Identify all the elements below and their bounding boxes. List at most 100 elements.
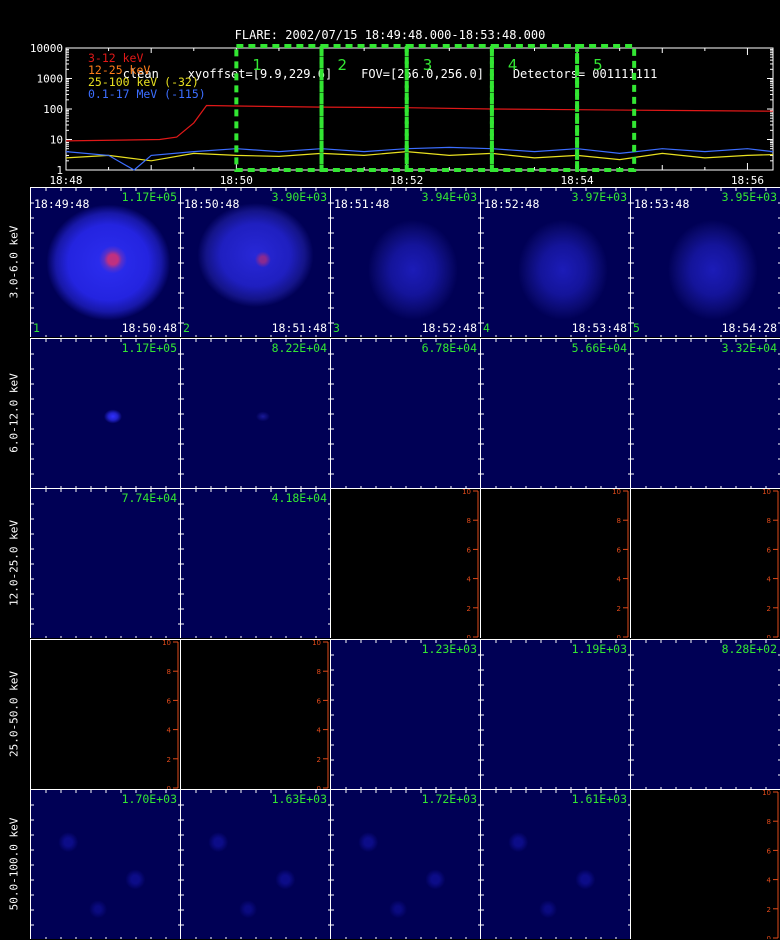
peak-flux-label: 1.19E+03	[571, 641, 627, 656]
image-ticks	[481, 338, 630, 488]
peak-flux-label: 3.95E+03	[721, 190, 777, 204]
empty-axis-label: 6	[617, 547, 622, 555]
peak-flux-label: 7.74E+04	[121, 491, 177, 506]
image-cell: 1.19E+03	[480, 638, 630, 789]
interval-start-time: 18:49:48	[34, 197, 90, 211]
interval-end-time: 18:51:48	[271, 321, 327, 335]
image-cell: 1.63E+03	[180, 789, 330, 940]
empty-axis-label: 8	[467, 517, 471, 525]
series-line-4	[65, 146, 774, 171]
image-ticks: 0 2 4 6 8 10	[762, 790, 779, 939]
empty-axis-label: 0	[617, 634, 621, 638]
peak-flux-label: 1.72E+03	[421, 792, 477, 807]
peak-flux-label: 4.18E+04	[271, 491, 327, 506]
empty-axis-label: 6	[767, 547, 772, 555]
energy-band-label: 3.0-6.0 keV	[0, 187, 28, 337]
empty-axis-label: 10	[762, 790, 771, 797]
image-cell: 6.78E+04	[330, 337, 480, 488]
peak-flux-label: 1.63E+03	[271, 792, 327, 807]
empty-axis-label: 10	[762, 489, 771, 496]
image-cell: 1.17E+05 18:49:48 18:50:48 1	[30, 187, 180, 337]
image-cell: 4.18E+04	[180, 488, 330, 639]
peak-flux-label: 3.90E+03	[271, 190, 327, 204]
image-ticks	[181, 790, 330, 940]
image-cell: 8.22E+04	[180, 337, 330, 488]
empty-axis-label: 4	[617, 576, 622, 584]
image-ticks	[631, 338, 780, 488]
interval-number: 3	[333, 321, 340, 335]
image-cell: 1.61E+03	[480, 789, 630, 940]
empty-axis-label: 2	[317, 756, 321, 764]
interval-number: 1	[33, 321, 40, 335]
interval-label: 4	[508, 56, 518, 74]
image-ticks	[631, 639, 780, 789]
interval-label: 2	[338, 56, 348, 74]
empty-axis-label: 0	[317, 785, 321, 789]
energy-band-text: 3.0-6.0 keV	[7, 225, 21, 299]
empty-axis-label: 8	[767, 517, 771, 525]
image-ticks: 0 2 4 6 8 10	[162, 640, 179, 789]
peak-flux-label: 8.28E+02	[721, 641, 777, 656]
x-tick-label: 18:52	[390, 174, 423, 187]
empty-axis-label: 10	[462, 489, 471, 496]
empty-axis-label: 2	[767, 906, 771, 914]
empty-axis-label: 4	[167, 726, 172, 734]
empty-axis-label: 8	[767, 819, 771, 827]
peak-flux-label: 1.70E+03	[121, 792, 177, 807]
empty-axis-label: 6	[467, 547, 472, 555]
peak-flux-label: 3.32E+04	[721, 340, 777, 355]
x-tick-label: 18:54	[561, 174, 594, 187]
x-tick-label: 18:50	[220, 174, 253, 187]
image-ticks	[331, 790, 480, 940]
peak-flux-label: 1.17E+05	[121, 340, 177, 355]
peak-flux-label: 8.22E+04	[271, 340, 327, 355]
interval-end-time: 18:52:48	[421, 321, 477, 335]
image-cell: 5.66E+04	[480, 337, 630, 488]
series-line-1	[65, 104, 774, 142]
x-tick-label: 18:56	[731, 174, 764, 187]
interval-end-time: 18:53:48	[571, 321, 627, 335]
image-cell: 3.90E+03 18:50:48 18:51:48 2	[180, 187, 330, 337]
image-ticks: 0 2 4 6 8 10	[762, 489, 779, 638]
image-ticks: 0 2 4 6 8 10	[612, 489, 629, 638]
peak-flux-label: 3.94E+03	[421, 190, 477, 204]
empty-axis-label: 10	[612, 489, 621, 496]
peak-flux-label: 3.97E+03	[571, 190, 627, 204]
lightcurve-chart: 10000 1000 100 10 1 18:48 18:50 18:52 18:54 18:56…	[30, 42, 774, 187]
image-cell: 1.72E+03	[330, 789, 480, 940]
empty-axis-label: 4	[467, 576, 472, 584]
image-ticks	[181, 489, 330, 639]
chart-frame	[65, 47, 774, 171]
empty-axis-label: 2	[167, 756, 171, 764]
interval-label: 1	[252, 56, 262, 74]
image-cell: 0 2 4 6 8 10	[330, 488, 480, 639]
image-cell: 8.28E+02	[630, 638, 780, 789]
image-grid: 1.17E+05 18:49:48 18:50:48 1 3.90E+03 18:50:4…	[30, 187, 780, 940]
energy-band-text: 25.0-50.0 keV	[7, 670, 21, 757]
interval-end-time: 18:54:28	[721, 321, 777, 335]
legend-entry: 0.1-17 MeV (-115)	[88, 87, 206, 101]
empty-axis-label: 0	[767, 935, 771, 939]
energy-band-text: 50.0-100.0 keV	[7, 818, 21, 911]
energy-band-label: 25.0-50.0 keV	[0, 639, 28, 789]
interval-start-time: 18:53:48	[634, 197, 690, 211]
empty-axis-label: 2	[617, 605, 621, 613]
image-ticks	[481, 790, 630, 940]
y-tick-label: 1000	[37, 73, 64, 86]
empty-axis-label: 8	[167, 668, 171, 676]
empty-axis-label: 2	[767, 605, 771, 613]
interval-end-time: 18:50:48	[121, 321, 177, 335]
empty-axis-label: 0	[167, 785, 171, 789]
image-ticks	[331, 338, 480, 488]
empty-axis-label: 10	[162, 640, 171, 647]
image-ticks: 0 2 4 6 8 10	[312, 640, 329, 789]
image-cell: 3.97E+03 18:52:48 18:53:48 4	[480, 187, 630, 337]
empty-axis-label: 4	[317, 726, 322, 734]
image-ticks	[31, 338, 180, 488]
empty-axis-label: 4	[767, 576, 772, 584]
energy-band-label: 50.0-100.0 keV	[0, 789, 28, 939]
empty-axis-label: 0	[467, 634, 471, 638]
image-ticks	[181, 338, 330, 488]
peak-flux-label: 1.23E+03	[421, 641, 477, 656]
image-cell: 0 2 4 6 8 10	[30, 638, 180, 789]
